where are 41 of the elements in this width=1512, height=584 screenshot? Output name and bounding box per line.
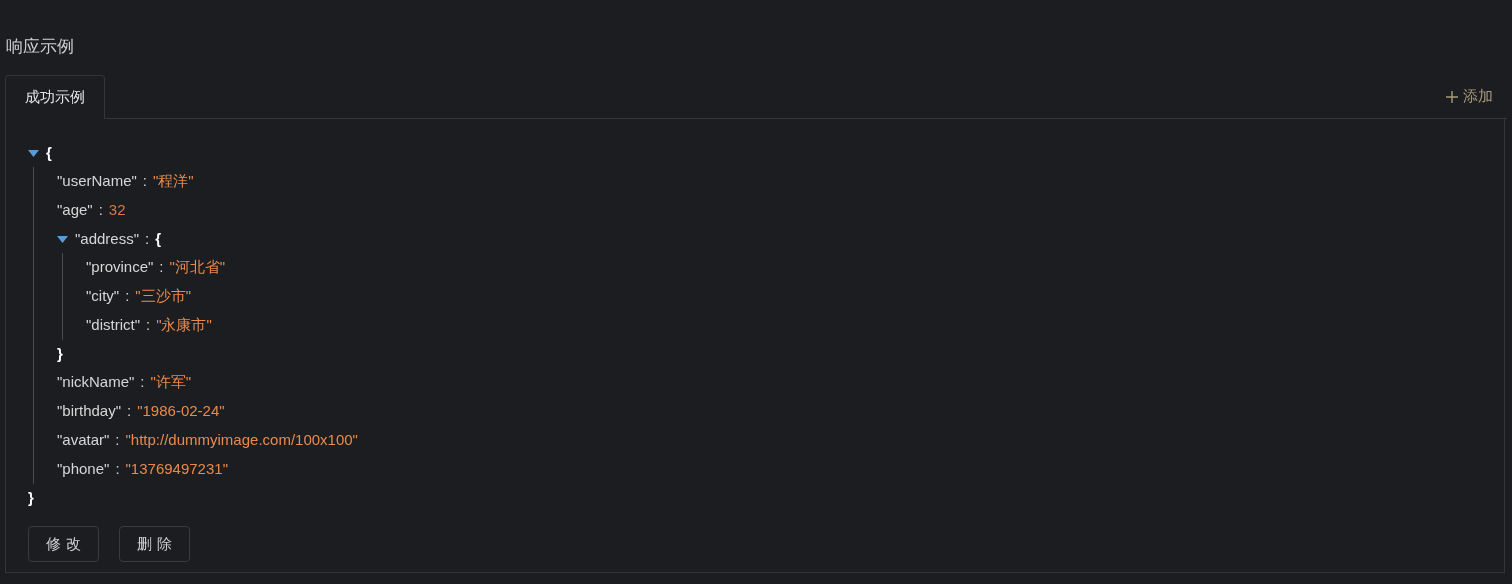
json-key: "city" — [86, 285, 120, 308]
json-value: "程洋" — [153, 171, 194, 192]
json-key: "phone" — [57, 458, 110, 481]
json-colon: : — [140, 372, 145, 393]
add-button[interactable]: 添加 — [1446, 85, 1493, 108]
json-value: 32 — [108, 200, 126, 221]
json-key: "province" — [86, 256, 154, 279]
action-button[interactable]: 删 除 — [119, 526, 190, 562]
json-key: "age" — [57, 199, 93, 222]
json-value: "许军" — [150, 372, 192, 393]
json-colon: : — [115, 430, 120, 451]
json-colon: : — [125, 286, 130, 307]
json-colon: : — [98, 200, 103, 221]
action-button[interactable]: 修 改 — [28, 526, 99, 562]
json-value: "http://dummyimage.com/100x100" — [125, 430, 358, 451]
json-value: "永康市" — [156, 315, 212, 336]
caret-icon[interactable] — [28, 149, 39, 157]
json-brace: { — [46, 142, 52, 163]
json-key: "address" — [75, 227, 139, 251]
json-colon: : — [146, 315, 151, 336]
json-value: "13769497231" — [125, 459, 228, 480]
section-title: 响应示例 — [6, 36, 75, 58]
plus-icon — [1446, 90, 1458, 103]
json-colon: : — [159, 257, 164, 278]
json-value: "三沙市" — [135, 286, 191, 307]
json-brace: } — [57, 343, 63, 364]
json-value: "河北省" — [169, 257, 226, 278]
json-key: "userName" — [57, 170, 137, 193]
json-colon: : — [145, 228, 150, 249]
caret-icon[interactable] — [57, 235, 68, 243]
json-key: "nickName" — [57, 371, 135, 394]
json-colon: : — [115, 459, 120, 480]
json-brace: { — [155, 228, 162, 249]
json-colon: : — [142, 171, 147, 192]
json-colon: : — [127, 401, 132, 422]
json-brace: } — [28, 487, 34, 508]
json-key: "birthday" — [57, 400, 121, 423]
json-value: "1986-02-24" — [137, 401, 225, 422]
tab[interactable]: 成功示例 — [5, 75, 105, 119]
json-key: "district" — [86, 314, 140, 337]
json-key: "avatar" — [57, 429, 110, 452]
